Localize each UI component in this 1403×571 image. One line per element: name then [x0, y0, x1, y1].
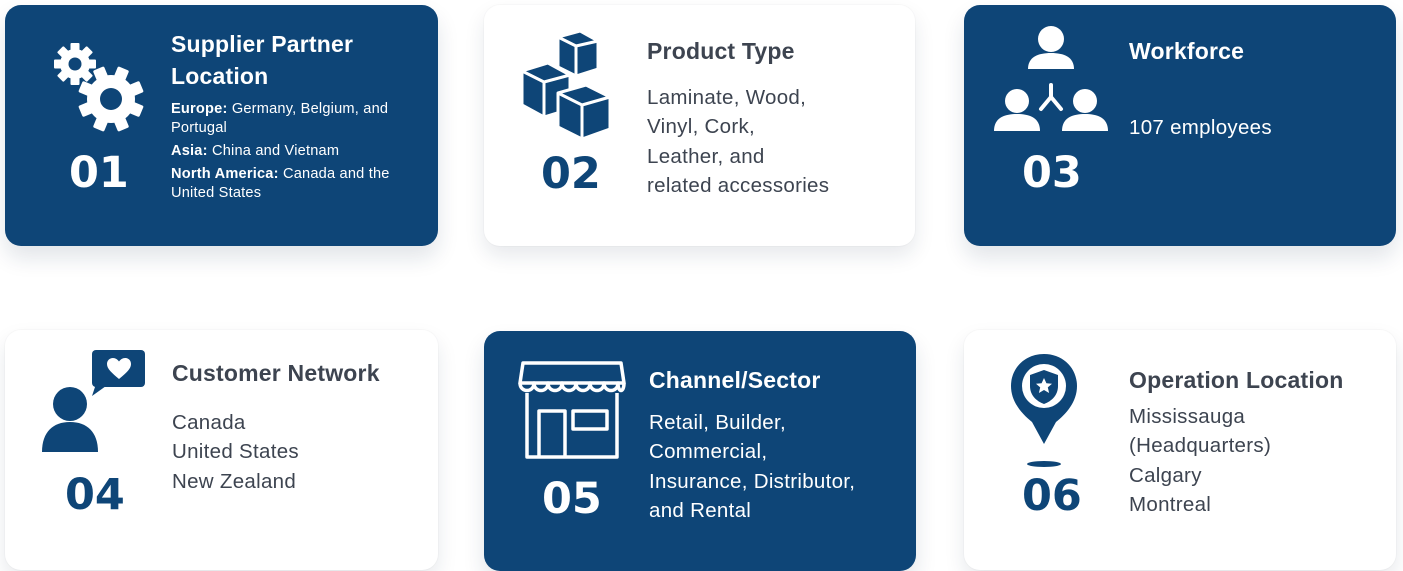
description-line: Canada	[172, 411, 246, 434]
region-label: North America:	[171, 166, 279, 182]
supplier-locations-list: Europe: Germany, Belgium, and Portugal A…	[171, 100, 429, 207]
card-description: Mississauga (Headquarters) Calgary Montr…	[1129, 402, 1389, 519]
customer-chat-heart-icon	[42, 350, 145, 452]
gears-icon	[54, 43, 144, 132]
card-supplier-partner-location: 01 Supplier Partner Location Europe: Ger…	[5, 5, 438, 246]
storefront-icon	[518, 361, 626, 459]
card-title-line: Supplier Partner	[171, 31, 354, 57]
card-title: Workforce	[1129, 38, 1245, 64]
card-customer-network: 04 Customer Network Canada United States…	[5, 330, 438, 570]
region-label: Asia:	[171, 143, 208, 159]
description-line: Retail, Builder,	[649, 411, 786, 434]
card-title: Customer Network	[172, 360, 380, 386]
card-channel-sector: 05 Channel/Sector Retail, Builder, Comme…	[484, 331, 916, 571]
card-description: 107 employees	[1129, 113, 1389, 142]
description-line: Leather, and	[647, 144, 765, 168]
location-entry-europe: Europe: Germany, Belgium, and Portugal	[171, 100, 429, 138]
card-title: Product Type	[647, 38, 795, 64]
card-number: 01	[69, 148, 129, 198]
description-line: Commercial,	[649, 440, 768, 464]
location-pin-shield-icon	[1011, 354, 1077, 467]
card-number: 05	[542, 474, 602, 524]
description-line: United States	[172, 440, 299, 464]
description-line: (Headquarters)	[1129, 434, 1272, 458]
card-workforce: 03 Workforce 107 employees	[964, 5, 1396, 246]
card-description: Laminate, Wood, Vinyl, Cork, Leather, an…	[647, 83, 907, 200]
card-product-type: 02 Product Type Laminate, Wood, Vinyl, C…	[484, 5, 915, 246]
description-line: Montreal	[1129, 492, 1212, 516]
team-icon	[994, 26, 1108, 131]
card-operation-location: 06 Operation Location Mississauga (Headq…	[964, 330, 1396, 570]
description-line: Mississauga	[1129, 405, 1246, 428]
card-number: 02	[541, 149, 601, 199]
location-entry-asia: Asia: China and Vietnam	[171, 142, 429, 161]
card-title: Channel/Sector	[649, 367, 821, 393]
card-description: Canada United States New Zealand	[172, 408, 432, 496]
description-line: related accessories	[647, 173, 830, 197]
card-title: Supplier Partner Location	[171, 28, 353, 92]
description-line: Vinyl, Cork,	[647, 115, 756, 139]
description-line: Calgary	[1129, 463, 1202, 487]
card-description: Retail, Builder, Commercial, Insurance, …	[649, 408, 909, 525]
region-label: Europe:	[171, 101, 228, 117]
region-countries: China and Vietnam	[211, 143, 340, 159]
card-number: 06	[1022, 471, 1082, 521]
description-line: 107 employees	[1129, 116, 1272, 139]
boxes-icon	[520, 31, 612, 141]
description-line: and Rental	[649, 498, 752, 522]
card-title: Operation Location	[1129, 367, 1344, 393]
description-line: New Zealand	[172, 469, 297, 493]
card-number: 03	[1022, 148, 1082, 198]
card-number: 04	[65, 470, 125, 520]
card-title-line: Location	[171, 63, 269, 89]
description-line: Laminate, Wood,	[647, 86, 807, 109]
description-line: Insurance, Distributor,	[649, 469, 856, 493]
location-entry-north-america: North America: Canada and the United Sta…	[171, 165, 429, 203]
